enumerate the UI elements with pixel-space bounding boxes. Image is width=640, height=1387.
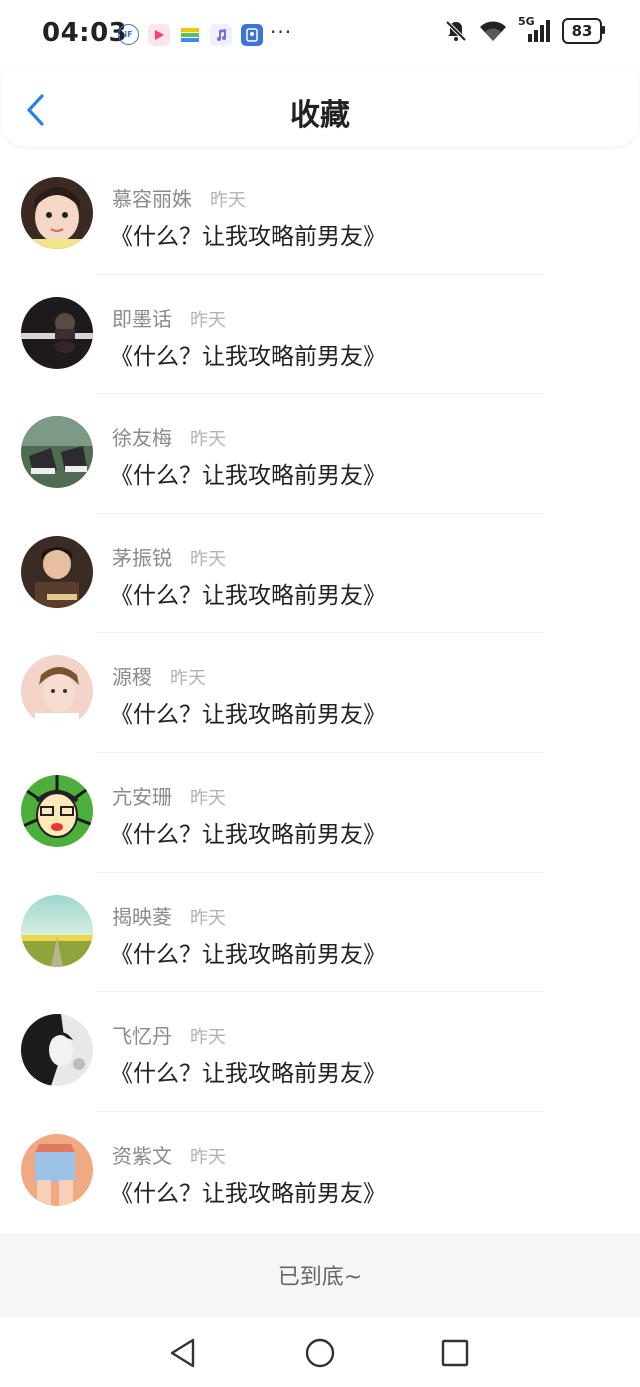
avatar bbox=[21, 1133, 93, 1206]
status-time: 04:03 bbox=[42, 18, 128, 48]
system-nav-bar bbox=[0, 1317, 640, 1387]
book-title: 《什么？让我攻略前男友》 bbox=[110, 224, 386, 250]
author-name: 资紫文 bbox=[112, 1143, 172, 1168]
author-name: 飞忆丹 bbox=[112, 1024, 172, 1049]
wallet-app-icon bbox=[179, 24, 201, 46]
wifi-icon bbox=[480, 21, 506, 41]
author-name: 揭映菱 bbox=[112, 904, 172, 929]
item-time: 昨天 bbox=[190, 907, 226, 929]
list-item[interactable]: 资紫文 昨天 《什么？让我攻略前男友》 bbox=[0, 1112, 640, 1232]
id-app-icon bbox=[241, 24, 263, 46]
item-time: 昨天 bbox=[190, 309, 226, 331]
author-name: 徐友梅 bbox=[112, 426, 172, 451]
end-of-list-text: 已到底~ bbox=[277, 1265, 363, 1290]
item-time: 昨天 bbox=[210, 190, 246, 211]
item-meta: 飞忆丹 昨天 bbox=[112, 1020, 226, 1049]
cellular-signal-icon: 5G bbox=[518, 15, 552, 43]
item-time: 昨天 bbox=[190, 548, 226, 570]
item-time: 昨天 bbox=[190, 1027, 226, 1049]
avatar bbox=[21, 177, 93, 249]
page-title: 收藏 bbox=[290, 98, 350, 133]
item-meta: 亢安珊 昨天 bbox=[112, 781, 226, 810]
author-name: 慕容丽姝 bbox=[112, 187, 192, 211]
item-meta: 源稷 昨天 bbox=[112, 661, 206, 690]
recents-square-icon bbox=[441, 1339, 469, 1367]
item-time: 昨天 bbox=[170, 668, 206, 690]
item-meta: 揭映菱 昨天 bbox=[112, 901, 226, 930]
item-meta: 茅振锐 昨天 bbox=[112, 542, 226, 571]
item-time: 昨天 bbox=[190, 1146, 226, 1168]
list-item[interactable]: 源稷 昨天 《什么？让我攻略前男友》 bbox=[0, 633, 640, 753]
book-title: 《什么？让我攻略前男友》 bbox=[110, 821, 386, 848]
item-meta: 慕容丽姝 昨天 bbox=[112, 183, 246, 212]
book-title: 《什么？让我攻略前男友》 bbox=[110, 582, 386, 609]
nav-back-button[interactable] bbox=[165, 1335, 201, 1371]
author-name: 源稷 bbox=[112, 665, 152, 690]
home-circle-icon bbox=[305, 1338, 335, 1368]
list-item[interactable]: 亢安珊 昨天 《什么？让我攻略前男友》 bbox=[0, 753, 640, 873]
avatar bbox=[21, 416, 93, 489]
list-item[interactable]: 慕容丽姝 昨天 《什么？让我攻略前男友》 bbox=[0, 155, 640, 275]
avatar bbox=[21, 1014, 93, 1087]
list-item[interactable]: 揭映菱 昨天 《什么？让我攻略前男友》 bbox=[0, 873, 640, 993]
battery-level: 83 bbox=[571, 22, 593, 40]
more-notifications-icon: ··· bbox=[270, 20, 293, 44]
avatar bbox=[21, 894, 93, 967]
book-title: 《什么？让我攻略前男友》 bbox=[110, 1061, 386, 1088]
back-triangle-icon bbox=[170, 1338, 195, 1368]
item-time: 昨天 bbox=[190, 429, 226, 451]
avatar bbox=[21, 535, 93, 608]
favorites-screen: 04:03 iF ··· 5G 83 收藏 慕容丽姝 昨天 《什么？让我攻略前男… bbox=[0, 0, 640, 1387]
music-app-icon bbox=[210, 24, 232, 46]
book-title: 《什么？让我攻略前男友》 bbox=[110, 463, 386, 490]
avatar bbox=[21, 774, 93, 847]
list-item[interactable]: 飞忆丹 昨天 《什么？让我攻略前男友》 bbox=[0, 992, 640, 1112]
book-title: 《什么？让我攻略前男友》 bbox=[110, 343, 386, 370]
notification-app-icons: iF bbox=[118, 24, 263, 46]
ifly-icon: iF bbox=[118, 24, 139, 45]
item-meta: 资紫文 昨天 bbox=[112, 1140, 226, 1169]
list-item[interactable]: 茅振锐 昨天 《什么？让我攻略前男友》 bbox=[0, 514, 640, 634]
list-item[interactable]: 徐友梅 昨天 《什么？让我攻略前男友》 bbox=[0, 394, 640, 514]
app-header: 收藏 bbox=[2, 72, 638, 146]
nav-home-button[interactable] bbox=[302, 1335, 338, 1371]
avatar bbox=[21, 296, 93, 369]
item-meta: 徐友梅 昨天 bbox=[112, 422, 226, 451]
item-meta: 即墨话 昨天 bbox=[112, 303, 226, 332]
item-time: 昨天 bbox=[190, 787, 226, 809]
book-title: 《什么？让我攻略前男友》 bbox=[110, 941, 386, 968]
author-name: 茅振锐 bbox=[112, 545, 172, 570]
status-indicators: 5G 83 bbox=[444, 15, 605, 44]
avatar bbox=[21, 655, 93, 728]
end-of-list-bar: 已到底~ bbox=[0, 1233, 640, 1317]
author-name: 亢安珊 bbox=[112, 784, 172, 809]
video-app-icon bbox=[148, 24, 170, 46]
list-item[interactable]: 即墨话 昨天 《什么？让我攻略前男友》 bbox=[0, 275, 640, 395]
nav-recents-button[interactable] bbox=[437, 1335, 473, 1371]
bell-muted-icon bbox=[445, 20, 467, 42]
book-title: 《什么？让我攻略前男友》 bbox=[110, 702, 386, 729]
book-title: 《什么？让我攻略前男友》 bbox=[110, 1180, 386, 1207]
favorites-list: 慕容丽姝 昨天 《什么？让我攻略前男友》 即墨话 昨天 《什么？让我攻略前男友》… bbox=[0, 155, 640, 1231]
status-bar: 04:03 iF ··· 5G 83 bbox=[0, 0, 640, 72]
author-name: 即墨话 bbox=[112, 306, 172, 331]
battery-indicator: 83 bbox=[562, 18, 605, 44]
